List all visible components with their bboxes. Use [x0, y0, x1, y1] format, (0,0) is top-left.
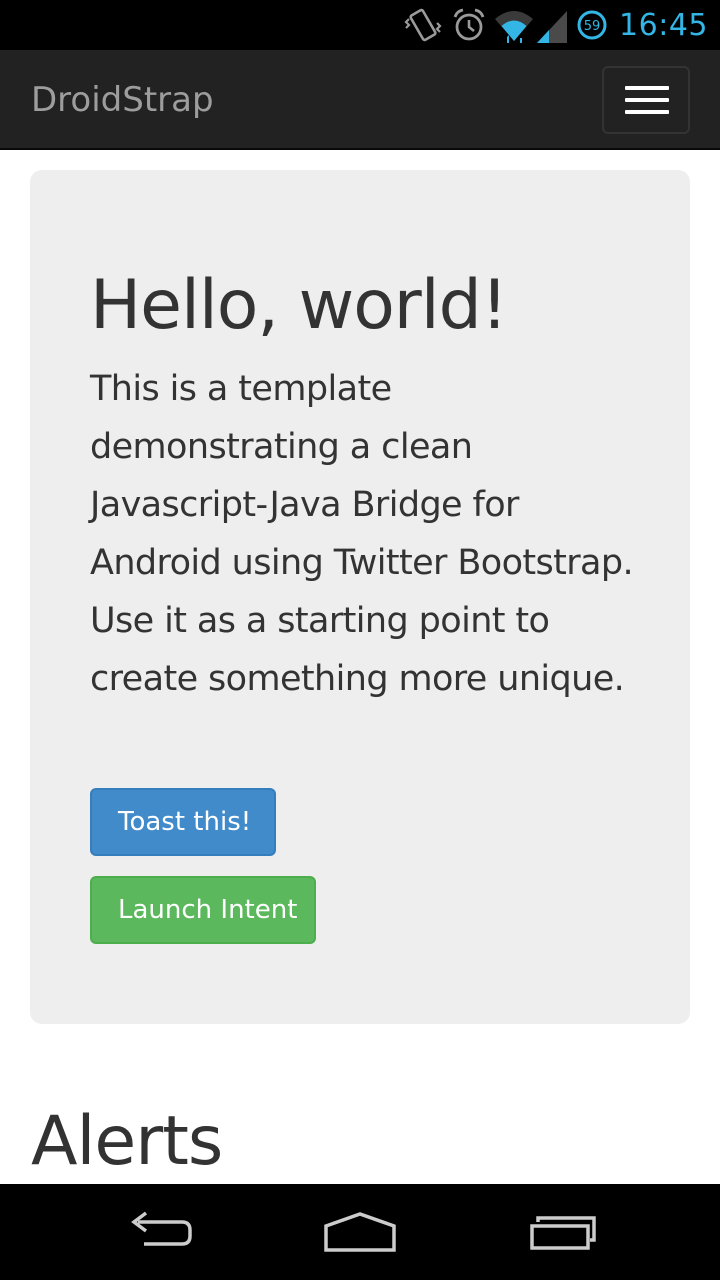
- battery-level: 59: [584, 19, 601, 34]
- jumbotron: Hello, world! This is a template demonst…: [30, 170, 690, 1024]
- battery-icon: 59: [577, 10, 607, 40]
- vibrate-icon: [404, 8, 442, 42]
- jumbotron-title: Hello, world!: [90, 266, 508, 345]
- menu-icon-bar: [625, 98, 669, 102]
- back-button[interactable]: [80, 1184, 240, 1280]
- home-button[interactable]: [280, 1184, 440, 1280]
- menu-icon-bar: [625, 86, 669, 90]
- status-icons: 59 16:45: [403, 0, 720, 50]
- home-icon: [324, 1212, 396, 1252]
- back-icon: [131, 1211, 192, 1246]
- navbar-toggle-button[interactable]: [602, 66, 690, 134]
- alarm-icon: [453, 8, 485, 41]
- status-bar: 59 16:45: [0, 0, 720, 50]
- toast-button[interactable]: Toast this!: [90, 788, 276, 856]
- navbar: DroidStrap: [0, 50, 720, 150]
- recent-apps-icon: [530, 1216, 596, 1250]
- alerts-heading: Alerts: [31, 1102, 223, 1181]
- system-nav-bar: [0, 1184, 720, 1280]
- signal-icon: [537, 11, 568, 43]
- wifi-icon: [495, 11, 534, 43]
- launch-intent-button[interactable]: Launch Intent: [90, 876, 316, 944]
- menu-icon-bar: [625, 110, 669, 114]
- recent-apps-button[interactable]: [482, 1184, 642, 1280]
- navbar-brand[interactable]: DroidStrap: [31, 80, 214, 120]
- status-time: 16:45: [619, 7, 708, 43]
- jumbotron-text: This is a template demonstrating a clean…: [90, 369, 634, 699]
